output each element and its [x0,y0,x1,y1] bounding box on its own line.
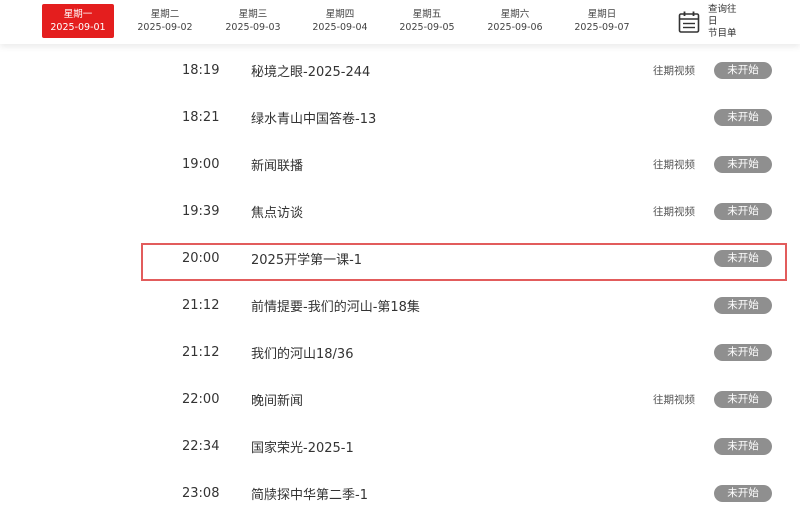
day-tab-friday[interactable]: 星期五 2025-09-05 [391,4,463,38]
day-date: 2025-09-07 [574,22,630,33]
day-tab-saturday[interactable]: 星期六 2025-09-06 [479,4,551,38]
program-row[interactable]: 21:12 我们的河山18/36 未开始 [140,332,790,372]
status-badge[interactable]: 未开始 [714,108,772,126]
day-date: 2025-09-01 [50,22,106,33]
program-title[interactable]: 2025开学第一课-1 [251,249,362,268]
replay-link[interactable]: 往期视频 [653,63,695,78]
program-title[interactable]: 简牍探中华第二季-1 [251,484,368,503]
program-row[interactable]: 21:12 前情提要-我们的河山-第18集 未开始 [140,285,790,325]
day-date: 2025-09-05 [399,22,455,33]
program-title[interactable]: 焦点访谈 [251,202,303,221]
program-title[interactable]: 晚间新闻 [251,390,303,409]
program-row-highlighted[interactable]: 20:00 2025开学第一课-1 未开始 [140,238,790,278]
program-time: 21:12 [182,344,220,360]
program-time: 20:00 [182,250,220,266]
status-badge[interactable]: 未开始 [714,343,772,361]
status-badge[interactable]: 未开始 [714,202,772,220]
day-weekday: 星期五 [412,9,442,20]
program-time: 22:00 [182,391,220,407]
history-schedule-button[interactable]: 查询往日 节目单 [678,4,758,39]
day-weekday: 星期六 [500,9,530,20]
program-row[interactable]: 22:00 晚间新闻 往期视频 未开始 [140,379,790,419]
day-date: 2025-09-06 [487,22,543,33]
program-time: 18:19 [182,62,220,78]
day-tab-thursday[interactable]: 星期四 2025-09-04 [304,4,376,38]
program-row[interactable]: 18:21 绿水青山中国答卷-13 未开始 [140,97,790,137]
day-weekday: 星期二 [150,9,180,20]
day-tab-tuesday[interactable]: 星期二 2025-09-02 [129,4,201,38]
program-title[interactable]: 国家荣光-2025-1 [251,437,354,456]
replay-link[interactable]: 往期视频 [653,157,695,172]
program-time: 23:08 [182,485,220,501]
status-badge[interactable]: 未开始 [714,390,772,408]
program-row[interactable]: 22:34 国家荣光-2025-1 未开始 [140,426,790,466]
day-tab-wednesday[interactable]: 星期三 2025-09-03 [217,4,289,38]
program-title[interactable]: 新闻联播 [251,155,303,174]
program-row[interactable]: 19:39 焦点访谈 往期视频 未开始 [140,191,790,231]
day-selector-bar: 星期一 2025-09-01 星期二 2025-09-02 星期三 2025-0… [0,0,800,44]
calendar-icon [678,11,700,33]
day-weekday: 星期日 [587,9,617,20]
program-row[interactable]: 18:19 秘境之眼-2025-244 往期视频 未开始 [140,50,790,90]
program-time: 19:00 [182,156,220,172]
status-badge[interactable]: 未开始 [714,296,772,314]
status-badge[interactable]: 未开始 [714,484,772,502]
status-badge[interactable]: 未开始 [714,61,772,79]
program-title[interactable]: 绿水青山中国答卷-13 [251,108,376,127]
status-badge[interactable]: 未开始 [714,249,772,267]
program-title[interactable]: 秘境之眼-2025-244 [251,61,370,80]
day-weekday: 星期三 [238,9,268,20]
program-time: 19:39 [182,203,220,219]
history-label-line1: 查询往日 [708,4,737,27]
replay-link[interactable]: 往期视频 [653,204,695,219]
program-row[interactable]: 23:08 简牍探中华第二季-1 未开始 [140,473,790,513]
day-tab-monday[interactable]: 星期一 2025-09-01 [42,4,114,38]
program-time: 22:34 [182,438,220,454]
program-row[interactable]: 19:00 新闻联播 往期视频 未开始 [140,144,790,184]
history-label-line2: 节目单 [708,28,737,39]
status-badge[interactable]: 未开始 [714,155,772,173]
replay-link[interactable]: 往期视频 [653,392,695,407]
program-title[interactable]: 我们的河山18/36 [251,343,353,362]
status-badge[interactable]: 未开始 [714,437,772,455]
day-weekday: 星期一 [63,9,93,20]
day-date: 2025-09-03 [225,22,281,33]
day-weekday: 星期四 [325,9,355,20]
day-date: 2025-09-02 [137,22,193,33]
day-tab-sunday[interactable]: 星期日 2025-09-07 [566,4,638,38]
program-time: 18:21 [182,109,220,125]
program-time: 21:12 [182,297,220,313]
program-title[interactable]: 前情提要-我们的河山-第18集 [251,296,420,315]
day-date: 2025-09-04 [312,22,368,33]
